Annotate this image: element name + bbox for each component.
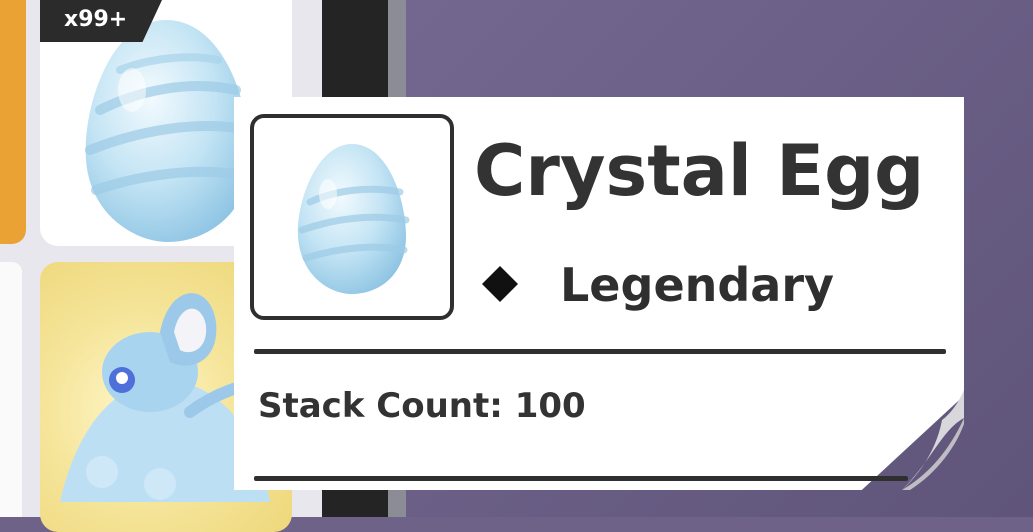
- item-rarity: Legendary: [560, 258, 835, 312]
- item-name: Crystal Egg: [474, 130, 925, 212]
- inventory-slot-partial[interactable]: [0, 0, 26, 244]
- page-curl-decoration: [902, 390, 964, 490]
- stack-count-text: Stack Count: 100: [258, 386, 586, 426]
- tooltip-divider-bottom: [254, 476, 908, 481]
- tooltip-divider: [254, 349, 946, 354]
- crystal-egg-icon: [297, 144, 410, 294]
- stack-count-badge: x99+: [40, 0, 162, 42]
- item-icon-frame: [250, 114, 454, 320]
- inventory-slot-partial-bottom[interactable]: [0, 262, 22, 517]
- diamond-icon: [482, 266, 518, 302]
